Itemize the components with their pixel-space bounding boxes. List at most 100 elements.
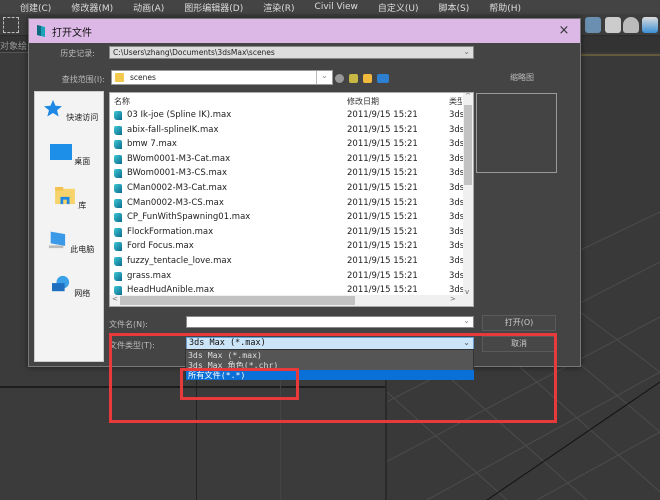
file-date: 2011/9/15 15:21 <box>347 168 418 179</box>
menu-item-rendering[interactable]: 渲染(R) <box>253 1 304 14</box>
filetype-option-selected[interactable]: 所有文件(*.*) <box>186 370 474 380</box>
file-name: BWom0001-M3-Cat.max <box>127 153 231 164</box>
column-header-type[interactable]: 类型 <box>449 96 462 107</box>
history-combo[interactable]: C:\Users\zhang\Documents\3dsMax\scenes ⌄ <box>109 46 474 59</box>
vertical-scrollbar[interactable]: ^ v <box>463 93 473 296</box>
max-file-icon <box>114 286 122 296</box>
file-type: 3ds <box>449 124 463 135</box>
file-row[interactable]: BWom0001-M3-Cat.max 2011/9/15 15:21 3ds <box>110 152 465 167</box>
file-row[interactable]: CP_FunWithSpawning01.max 2011/9/15 15:21 3… <box>110 210 465 225</box>
back-icon[interactable] <box>335 73 344 83</box>
place-quick-access[interactable]: 快速访问 <box>35 99 105 123</box>
file-row[interactable]: abix-fall-splineIK.max 2011/9/15 15:21 3ds <box>110 123 465 138</box>
open-file-dialog: 打开文件 × 历史记录: C:\Users\zhang\Documents\3d… <box>28 18 581 367</box>
select-region-icon[interactable] <box>3 17 19 33</box>
horizontal-scrollbar[interactable]: < > <box>110 295 473 306</box>
file-type: 3ds <box>449 168 463 179</box>
file-row[interactable]: 03 Ik-joe (Spline IK).max 2011/9/15 15:21… <box>110 108 465 123</box>
close-button[interactable]: × <box>556 23 572 39</box>
menu-bar: 创建(C) 修改器(M) 动画(A) 图形编辑器(D) 渲染(R) Civil … <box>0 0 660 14</box>
file-name: BWom0001-M3-CS.max <box>127 168 227 179</box>
max-file-icon <box>114 154 122 164</box>
filename-label: 文件名(N): <box>109 320 148 329</box>
file-name: CMan0002-M3-CS.max <box>127 197 224 208</box>
3dsmax-icon <box>37 25 45 37</box>
place-this-pc[interactable]: 此电脑 <box>35 231 105 255</box>
up-folder-icon[interactable] <box>349 73 358 83</box>
file-type: 3ds <box>449 241 463 252</box>
file-type: 3ds <box>449 110 463 120</box>
menu-item-help[interactable]: 帮助(H) <box>479 1 531 14</box>
file-list-header: 名称 修改日期 类型 <box>110 93 465 108</box>
open-button[interactable]: 打开(O) <box>482 315 556 331</box>
file-row[interactable]: CMan0002-M3-Cat.max 2011/9/15 15:21 3ds <box>110 181 465 196</box>
cancel-button[interactable]: 取消 <box>482 336 556 352</box>
menu-item-create[interactable]: 创建(C) <box>20 1 61 14</box>
file-row[interactable]: Ford Focus.max 2011/9/15 15:21 3ds <box>110 239 465 254</box>
file-row[interactable]: bmw 7.max 2011/9/15 15:21 3ds <box>110 137 465 152</box>
render-frame-icon[interactable] <box>605 17 621 33</box>
file-date: 2011/9/15 15:21 <box>347 270 418 281</box>
file-row[interactable]: CMan0002-M3-CS.max 2011/9/15 15:21 3ds <box>110 196 465 211</box>
menu-item-modifiers[interactable]: 修改器(M) <box>61 1 123 14</box>
file-date: 2011/9/15 15:21 <box>347 212 418 223</box>
view-menu-icon[interactable] <box>377 73 389 83</box>
file-name: HeadHudAnible.max <box>127 285 215 296</box>
column-header-date[interactable]: 修改日期 <box>347 96 379 107</box>
history-label: 历史记录: <box>60 49 95 58</box>
max-file-icon <box>114 198 122 208</box>
file-date: 2011/9/15 15:21 <box>347 256 418 266</box>
render-active-icon[interactable] <box>642 17 658 33</box>
library-icon <box>54 187 75 205</box>
file-type: 3ds <box>449 212 463 223</box>
new-folder-icon[interactable] <box>363 73 372 83</box>
filetype-option[interactable]: 3ds Max (*.max) <box>186 350 474 360</box>
file-name: grass.max <box>127 270 172 281</box>
file-name: CP_FunWithSpawning01.max <box>127 212 251 223</box>
scroll-thumb-h[interactable] <box>120 296 355 305</box>
max-file-icon <box>114 169 122 179</box>
history-value: C:\Users\zhang\Documents\3dsMax\scenes <box>113 48 275 57</box>
file-name: CMan0002-M3-Cat.max <box>127 183 228 193</box>
scroll-up-icon[interactable]: ^ <box>465 93 471 100</box>
scroll-left-icon[interactable]: < <box>112 295 118 303</box>
render-teapot-icon[interactable] <box>623 17 639 33</box>
menu-item-graph-editors[interactable]: 图形编辑器(D) <box>174 1 253 14</box>
filetype-option[interactable]: 3ds Max 角色(*.chr) <box>186 360 474 370</box>
place-library[interactable]: 库 <box>35 187 105 211</box>
menu-item-customize[interactable]: 自定义(U) <box>368 1 429 14</box>
menu-item-scripting[interactable]: 脚本(S) <box>429 1 480 14</box>
place-network[interactable]: 网络 <box>35 275 105 299</box>
file-name: bmw 7.max <box>127 139 177 150</box>
file-date: 2011/9/15 15:21 <box>347 139 418 150</box>
menu-item-animation[interactable]: 动画(A) <box>123 1 174 14</box>
lookin-combo[interactable]: scenes ⌄ <box>111 70 333 85</box>
menu-item-civil-view[interactable]: Civil View <box>305 2 368 12</box>
nav-toolbar <box>335 71 389 85</box>
file-date: 2011/9/15 15:21 <box>347 183 418 193</box>
dialog-titlebar[interactable]: 打开文件 × <box>29 19 580 43</box>
lookin-label: 查找范围(I): <box>61 75 105 84</box>
file-row[interactable]: grass.max 2011/9/15 15:21 3ds <box>110 269 465 284</box>
column-header-name[interactable]: 名称 <box>114 96 130 107</box>
scroll-thumb[interactable] <box>464 105 472 185</box>
max-file-icon <box>114 184 122 193</box>
file-type: 3ds <box>449 226 463 237</box>
scroll-right-icon[interactable]: > <box>450 295 456 303</box>
place-desktop[interactable]: 桌面 <box>35 143 105 167</box>
file-date: 2011/9/15 15:21 <box>347 110 418 120</box>
file-row[interactable]: BWom0001-M3-CS.max 2011/9/15 15:21 3ds <box>110 166 465 181</box>
filename-input[interactable]: ⌄ <box>186 316 474 328</box>
file-row[interactable]: FlockFormation.max 2011/9/15 15:21 3ds <box>110 225 465 240</box>
render-setup-icon[interactable] <box>585 17 601 33</box>
file-type: 3ds <box>449 256 463 266</box>
place-label: 此电脑 <box>70 245 95 254</box>
viewport-front[interactable] <box>0 388 385 500</box>
desktop-icon <box>49 144 72 160</box>
max-file-icon <box>114 227 122 237</box>
max-file-icon <box>114 125 122 135</box>
file-date: 2011/9/15 15:21 <box>347 285 418 296</box>
place-label: 桌面 <box>74 157 91 166</box>
file-date: 2011/9/15 15:21 <box>347 226 418 237</box>
file-row[interactable]: fuzzy_tentacle_love.max 2011/9/15 15:21 3d… <box>110 254 465 269</box>
